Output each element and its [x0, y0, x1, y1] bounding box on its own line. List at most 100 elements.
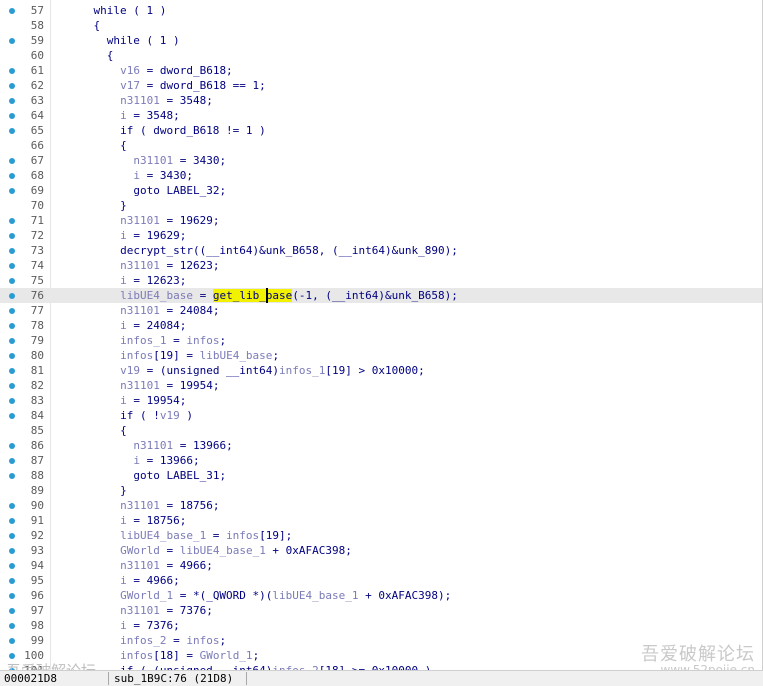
code-line[interactable]: 71 n31101 = 19629; — [0, 213, 762, 228]
breakpoint-dot-icon[interactable] — [9, 638, 15, 644]
code-identifier[interactable]: i — [120, 274, 127, 287]
breakpoint-dot-icon[interactable] — [9, 518, 15, 524]
code-line[interactable]: 100 infos[18] = GWorld_1; — [0, 648, 762, 663]
breakpoint-dot-icon[interactable] — [9, 113, 15, 119]
code-line[interactable]: 93 GWorld = libUE4_base_1 + 0xAFAC398; — [0, 543, 762, 558]
code-identifier[interactable]: infos — [120, 649, 153, 662]
code-identifier[interactable]: infos — [226, 529, 259, 542]
code-identifier[interactable]: v19 — [160, 409, 180, 422]
code-identifier[interactable]: n31101 — [120, 559, 160, 572]
code-line[interactable]: 68 i = 3430; — [0, 168, 762, 183]
breakpoint-dot-icon[interactable] — [9, 338, 15, 344]
code-line[interactable]: 90 n31101 = 18756; — [0, 498, 762, 513]
breakpoint-dot-icon[interactable] — [9, 218, 15, 224]
code-line[interactable]: 57 while ( 1 ) — [0, 3, 762, 18]
breakpoint-dot-icon[interactable] — [9, 308, 15, 314]
breakpoint-dot-icon[interactable] — [9, 368, 15, 374]
code-line[interactable]: 82 n31101 = 19954; — [0, 378, 762, 393]
code-identifier[interactable]: infos_1 — [120, 334, 166, 347]
code-line[interactable]: 74 n31101 = 12623; — [0, 258, 762, 273]
code-line[interactable]: 58 { — [0, 18, 762, 33]
code-identifier[interactable]: GWorld — [120, 544, 160, 557]
code-identifier[interactable]: n31101 — [120, 304, 160, 317]
code-identifier[interactable]: i — [120, 574, 127, 587]
breakpoint-dot-icon[interactable] — [9, 263, 15, 269]
code-line[interactable]: 89} — [0, 483, 762, 498]
breakpoint-dot-icon[interactable] — [9, 563, 15, 569]
breakpoint-dot-icon[interactable] — [9, 248, 15, 254]
breakpoint-dot-icon[interactable] — [9, 98, 15, 104]
code-identifier[interactable]: n31101 — [120, 499, 160, 512]
code-identifier[interactable]: i — [120, 229, 127, 242]
code-identifier[interactable]: n31101 — [120, 379, 160, 392]
breakpoint-dot-icon[interactable] — [9, 68, 15, 74]
breakpoint-dot-icon[interactable] — [9, 38, 15, 44]
code-line[interactable]: 80 infos[19] = libUE4_base; — [0, 348, 762, 363]
code-identifier[interactable]: libUE4_base — [120, 289, 193, 302]
code-line[interactable]: 73 decrypt_str((__int64)&unk_B658, (__int… — [0, 243, 762, 258]
breakpoint-dot-icon[interactable] — [9, 473, 15, 479]
code-identifier[interactable]: libUE4_base_1 — [272, 589, 358, 602]
code-line[interactable]: 64 i = 3548; — [0, 108, 762, 123]
breakpoint-dot-icon[interactable] — [9, 443, 15, 449]
code-line[interactable]: 94 n31101 = 4966; — [0, 558, 762, 573]
pseudocode-view[interactable]: 57 while ( 1 ) 58 {59 while ( 1 ) 60 {61 v16 = … — [0, 0, 763, 670]
code-identifier[interactable]: i — [120, 514, 127, 527]
breakpoint-dot-icon[interactable] — [9, 593, 15, 599]
code-identifier[interactable]: v19 — [120, 364, 140, 377]
code-identifier[interactable]: i — [120, 319, 127, 332]
code-identifier[interactable]: n31101 — [133, 154, 173, 167]
code-identifier[interactable]: infos — [186, 334, 219, 347]
code-line[interactable]: 70} — [0, 198, 762, 213]
code-identifier[interactable]: libUE4_base_1 — [120, 529, 206, 542]
code-line[interactable]: 76 libUE4_base = get_lib_base(-1, (__int6… — [0, 288, 762, 303]
code-line[interactable]: 88 goto LABEL_31; — [0, 468, 762, 483]
code-line[interactable]: 98 i = 7376; — [0, 618, 762, 633]
breakpoint-dot-icon[interactable] — [9, 233, 15, 239]
breakpoint-dot-icon[interactable] — [9, 653, 15, 659]
code-identifier[interactable]: infos — [186, 634, 219, 647]
breakpoint-dot-icon[interactable] — [9, 503, 15, 509]
code-line[interactable]: 60 { — [0, 48, 762, 63]
code-line[interactable]: 67 n31101 = 3430; — [0, 153, 762, 168]
breakpoint-dot-icon[interactable] — [9, 398, 15, 404]
breakpoint-dot-icon[interactable] — [9, 278, 15, 284]
breakpoint-dot-icon[interactable] — [9, 608, 15, 614]
breakpoint-dot-icon[interactable] — [9, 323, 15, 329]
code-line[interactable]: 83 i = 19954; — [0, 393, 762, 408]
code-line[interactable]: 87 i = 13966; — [0, 453, 762, 468]
code-identifier[interactable]: n31101 — [120, 604, 160, 617]
code-line[interactable]: 75 i = 12623; — [0, 273, 762, 288]
breakpoint-dot-icon[interactable] — [9, 578, 15, 584]
code-identifier[interactable]: i — [120, 619, 127, 632]
code-line[interactable]: 85 { — [0, 423, 762, 438]
code-identifier[interactable]: GWorld_1 — [120, 589, 173, 602]
code-identifier[interactable]: infos_2 — [120, 634, 166, 647]
breakpoint-dot-icon[interactable] — [9, 293, 15, 299]
code-line[interactable]: 77 n31101 = 24084; — [0, 303, 762, 318]
code-line[interactable]: 63 n31101 = 3548; — [0, 93, 762, 108]
code-identifier[interactable]: v17 — [120, 79, 140, 92]
code-line[interactable]: 95 i = 4966; — [0, 573, 762, 588]
code-identifier[interactable]: infos — [120, 349, 153, 362]
code-identifier[interactable]: n31101 — [120, 214, 160, 227]
breakpoint-dot-icon[interactable] — [9, 173, 15, 179]
breakpoint-dot-icon[interactable] — [9, 128, 15, 134]
code-identifier[interactable]: libUE4_base — [200, 349, 273, 362]
code-line[interactable]: 91 i = 18756; — [0, 513, 762, 528]
breakpoint-dot-icon[interactable] — [9, 383, 15, 389]
code-line[interactable]: 84 if ( !v19 ) — [0, 408, 762, 423]
code-identifier[interactable]: n31101 — [133, 439, 173, 452]
breakpoint-dot-icon[interactable] — [9, 533, 15, 539]
code-line[interactable]: 69 goto LABEL_32; — [0, 183, 762, 198]
breakpoint-dot-icon[interactable] — [9, 548, 15, 554]
code-line[interactable]: 96 GWorld_1 = *(_QWORD *)(libUE4_base_1 +… — [0, 588, 762, 603]
code-identifier[interactable]: infos_1 — [279, 364, 325, 377]
code-line[interactable]: 72 i = 19629; — [0, 228, 762, 243]
breakpoint-dot-icon[interactable] — [9, 158, 15, 164]
code-line[interactable]: 59 while ( 1 ) — [0, 33, 762, 48]
code-line[interactable]: 78 i = 24084; — [0, 318, 762, 333]
code-identifier[interactable]: n31101 — [120, 94, 160, 107]
code-line[interactable]: 97 n31101 = 7376; — [0, 603, 762, 618]
code-line[interactable]: 61 v16 = dword_B618; — [0, 63, 762, 78]
